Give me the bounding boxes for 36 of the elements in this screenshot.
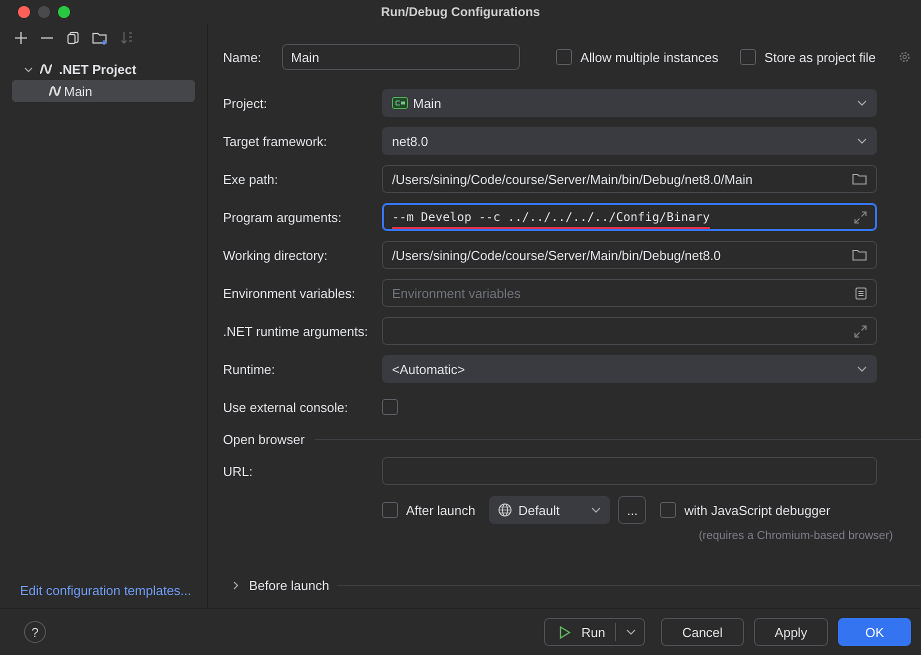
- checkbox-label: After launch: [406, 502, 476, 518]
- run-button[interactable]: Run: [544, 618, 646, 646]
- browser-dropdown[interactable]: Default: [489, 496, 610, 524]
- field-label: Exe path:: [223, 172, 279, 186]
- field-label: Name:: [223, 50, 262, 64]
- hint-text: (requires a Chromium-based browser): [698, 530, 893, 542]
- field-label: Use external console:: [223, 400, 350, 414]
- dialog-button[interactable]: OK: [838, 618, 911, 646]
- field-label: Environment variables:: [223, 286, 356, 300]
- input-field[interactable]: /Users/sining/Code/course/Server/Main/bin/Debug/net8.0: [382, 241, 877, 269]
- field-label: Project:: [223, 96, 268, 110]
- dropdown[interactable]: <Automatic>: [382, 355, 877, 383]
- checkbox-label: Store as project file: [764, 50, 876, 64]
- tree-item[interactable]: Main: [12, 80, 195, 102]
- input-field[interactable]: /Users/sining/Code/course/Server/Main/bin/Debug/net8.0/Main: [382, 165, 877, 193]
- help-button[interactable]: ?: [24, 621, 46, 643]
- field-label: Working directory:: [223, 248, 329, 262]
- field-label: Program arguments:: [223, 210, 342, 224]
- window-title: Run/Debug Configurations: [380, 5, 540, 19]
- field-label: URL:: [223, 464, 254, 478]
- dropdown[interactable]: Main: [382, 89, 877, 117]
- dialog-button[interactable]: Cancel: [661, 618, 744, 646]
- checkbox-label: Allow multiple instances: [580, 50, 718, 64]
- before-launch-toggle[interactable]: Before launch: [223, 578, 330, 592]
- field-label: Target framework:: [223, 134, 328, 148]
- tree-item[interactable]: .NET Project: [12, 58, 195, 80]
- name-field[interactable]: Main: [282, 44, 520, 70]
- dialog-button[interactable]: Apply: [754, 618, 828, 646]
- dropdown[interactable]: net8.0: [382, 127, 877, 155]
- field-label: Runtime:: [223, 362, 276, 376]
- input-field[interactable]: --m Develop --c ../../../../../Config/Binary: [382, 203, 877, 231]
- browse-button[interactable]: ...: [618, 496, 646, 524]
- checkbox-label: with JavaScript debugger: [684, 502, 830, 518]
- edit-templates-link[interactable]: Edit configuration templates...: [0, 583, 207, 608]
- section-title: Open browser: [223, 432, 305, 446]
- field-label: .NET runtime arguments:: [223, 324, 369, 338]
